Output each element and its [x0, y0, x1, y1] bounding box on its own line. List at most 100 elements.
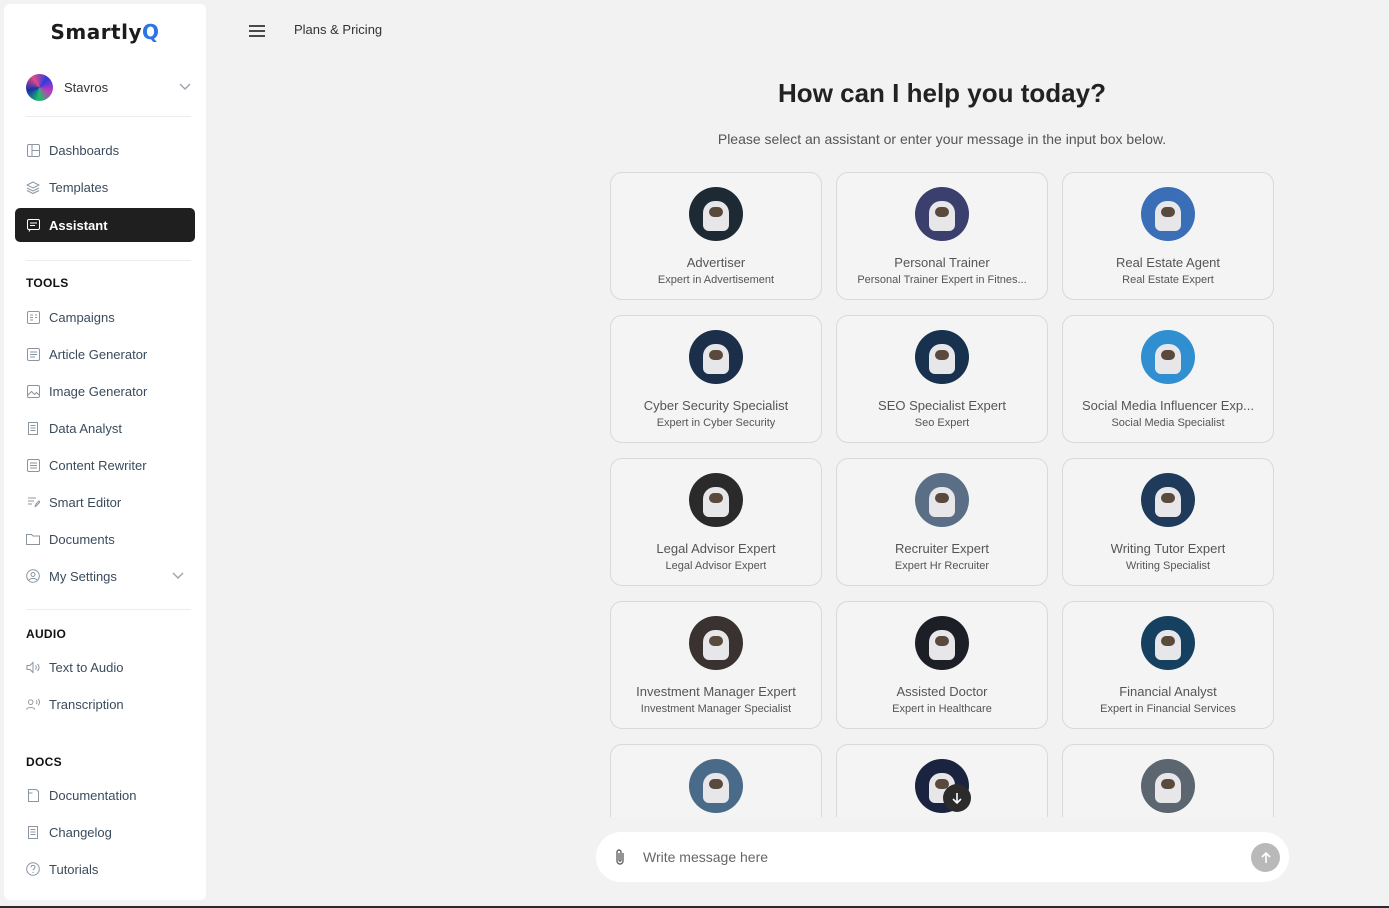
campaign-icon [26, 310, 40, 324]
assistant-name: Advertiser [686, 255, 746, 270]
page-subtitle: Please select an assistant or enter your… [717, 131, 1167, 147]
sidebar-item-label: Changelog [49, 824, 112, 840]
sidebar-item-label: Transcription [49, 696, 124, 712]
page-title: How can I help you today? [778, 78, 1106, 108]
sidebar-item-tutorials[interactable]: Tutorials [15, 852, 195, 886]
assistant-name: Legal Advisor Expert [656, 541, 776, 556]
assistant-name: SEO Specialist Expert [878, 398, 1006, 413]
assistant-avatar [689, 187, 743, 241]
sidebar-item-label: Tutorials [49, 861, 99, 877]
help-icon [26, 862, 40, 876]
app-logo[interactable]: SmartlyQ [4, 20, 206, 44]
image-icon [26, 384, 40, 398]
assistant-card[interactable]: Financial Analyst Expert in Financial Ser… [1062, 601, 1274, 729]
assistant-card[interactable]: Legal Advisor Expert Legal Advisor Expert [610, 458, 822, 586]
sidebar-item-documents[interactable]: Documents [15, 522, 195, 556]
sidebar-item-assistant[interactable]: Assistant [15, 208, 195, 242]
sidebar-item-my-settings[interactable]: My Settings [15, 559, 195, 593]
assistant-description: Expert in Financial Services [1100, 703, 1236, 715]
chevron-down-icon [178, 80, 192, 94]
sidebar-item-label: Assistant [49, 217, 108, 233]
assistant-card[interactable]: Personal Trainer Personal Trainer Expert … [836, 172, 1048, 300]
assistant-card[interactable]: Investment Manager Expert Investment Mana… [610, 601, 822, 729]
sidebar-item-article-generator[interactable]: Article Generator [15, 337, 195, 371]
sidebar-item-label: Image Generator [49, 383, 148, 399]
assistant-avatar [915, 330, 969, 384]
message-composer [596, 832, 1289, 882]
sidebar-item-label: Documentation [49, 787, 137, 803]
assistant-card[interactable]: Recruiter Expert Expert Hr Recruiter [836, 458, 1048, 586]
book-icon [26, 788, 40, 802]
sidebar-item-templates[interactable]: Templates [15, 170, 195, 204]
divider [26, 116, 191, 117]
assistant-card[interactable]: Assisted Doctor Expert in Healthcare [836, 601, 1048, 729]
assistant-card[interactable] [610, 744, 822, 817]
logo-text: Smartly [50, 20, 143, 44]
layers-icon [26, 180, 40, 194]
plans-pricing-link[interactable]: Plans & Pricing [294, 22, 382, 37]
menu-icon[interactable] [247, 23, 267, 39]
scroll-down-button[interactable] [943, 784, 971, 812]
assistant-avatar [1141, 616, 1195, 670]
sidebar-item-label: Smart Editor [49, 494, 122, 510]
sidebar-item-dashboards[interactable]: Dashboards [15, 133, 195, 167]
folder-icon [26, 532, 40, 546]
data-icon [26, 421, 40, 435]
assistant-description: Real Estate Expert [1122, 274, 1214, 286]
assistant-name: Real Estate Agent [1115, 255, 1221, 270]
divider [26, 260, 191, 261]
assistant-card[interactable]: Real Estate Agent Real Estate Expert [1062, 172, 1274, 300]
sidebar-item-text-to-audio[interactable]: Text to Audio [15, 650, 195, 684]
divider [26, 609, 191, 610]
sidebar-item-label: Content Rewriter [49, 457, 147, 473]
assistant-avatar [1141, 330, 1195, 384]
assistant-avatar [689, 330, 743, 384]
assistant-avatar [1141, 759, 1195, 813]
assistant-card[interactable] [836, 744, 1048, 817]
section-heading-audio: AUDIO [26, 627, 67, 641]
sidebar-item-label: Dashboards [49, 142, 120, 158]
assistant-card[interactable] [1062, 744, 1274, 817]
sidebar-item-label: Data Analyst [49, 420, 122, 436]
speaker-icon [26, 660, 40, 674]
sidebar-item-campaigns[interactable]: Campaigns [15, 300, 195, 334]
sidebar-item-transcription[interactable]: Transcription [15, 687, 195, 721]
assistant-description: Seo Expert [914, 417, 970, 429]
sidebar-item-image-generator[interactable]: Image Generator [15, 374, 195, 408]
user-menu[interactable]: Stavros [26, 73, 192, 101]
send-button[interactable] [1251, 843, 1280, 872]
sidebar-item-label: Article Generator [49, 346, 148, 362]
sidebar-item-documentation[interactable]: Documentation [15, 778, 195, 812]
assistant-description: Expert Hr Recruiter [894, 560, 990, 572]
message-input[interactable] [643, 849, 1223, 865]
logo-accent: Q [142, 20, 160, 44]
sidebar-item-smart-editor[interactable]: Smart Editor [15, 485, 195, 519]
sidebar-item-content-rewriter[interactable]: Content Rewriter [15, 448, 195, 482]
assistant-card[interactable]: SEO Specialist Expert Seo Expert [836, 315, 1048, 443]
assistant-card[interactable]: Writing Tutor Expert Writing Specialist [1062, 458, 1274, 586]
sidebar-item-label: Documents [49, 531, 115, 547]
assistant-name: Financial Analyst [1119, 684, 1217, 699]
assistant-description: Social Media Specialist [1111, 417, 1225, 429]
avatar [26, 73, 53, 101]
user-name: Stavros [64, 79, 109, 95]
assistant-card[interactable]: Social Media Influencer Exp... Social Med… [1062, 315, 1274, 443]
sidebar-item-label: Campaigns [49, 309, 115, 325]
assistant-description: Expert in Healthcare [892, 703, 992, 715]
assistant-card[interactable]: Cyber Security Specialist Expert in Cyber… [610, 315, 822, 443]
chevron-down-icon [171, 569, 185, 583]
assistant-name: Recruiter Expert [895, 541, 989, 556]
sidebar-item-changelog[interactable]: Changelog [15, 815, 195, 849]
assistant-avatar [1141, 187, 1195, 241]
paperclip-icon[interactable] [611, 848, 629, 866]
assistant-card[interactable]: Advertiser Expert in Advertisement [610, 172, 822, 300]
assistant-avatar [915, 473, 969, 527]
section-heading-docs: DOCS [26, 755, 62, 769]
sidebar-item-data-analyst[interactable]: Data Analyst [15, 411, 195, 445]
assistant-avatar [915, 616, 969, 670]
user-circle-icon [26, 569, 40, 583]
assistant-name: Investment Manager Expert [636, 684, 796, 699]
voice-icon [26, 697, 40, 711]
assistant-name: Writing Tutor Expert [1110, 541, 1226, 556]
editor-icon [26, 495, 40, 509]
